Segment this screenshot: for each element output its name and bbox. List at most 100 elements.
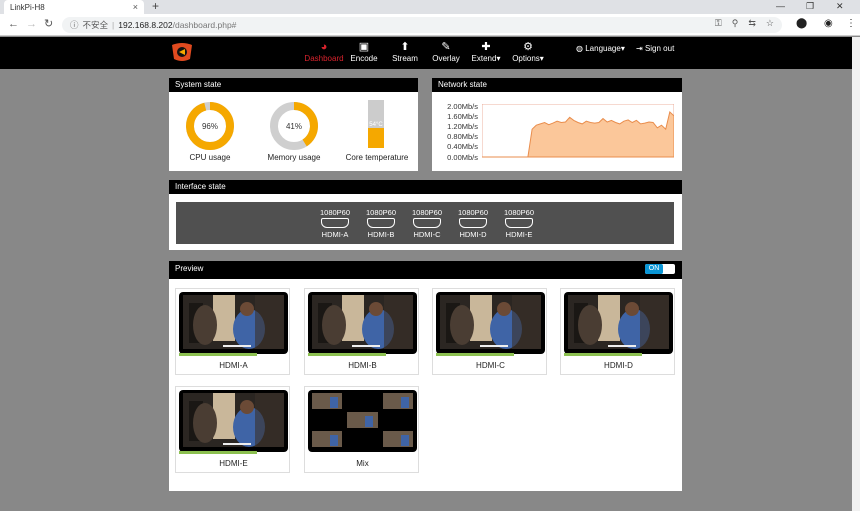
magic-wand-icon: ✎: [441, 41, 451, 53]
port-name: HDMI-C: [413, 230, 441, 239]
core-temp-value: 54°C: [369, 122, 383, 128]
network-area: [482, 111, 674, 158]
video-frame: [179, 292, 288, 354]
nav-overlay[interactable]: ✎ Overlay: [424, 40, 468, 63]
nav-extend-label: Extend▾: [471, 54, 501, 63]
url-separator: |: [112, 20, 115, 30]
video-scene: [183, 295, 284, 349]
url-path: /dashboard.php#: [172, 20, 237, 30]
port-name: HDMI-B: [367, 230, 395, 239]
hdmi-icon: [459, 218, 487, 228]
interface-state-panel: Interface state 1080P60 HDMI-A 1080P60 H…: [169, 180, 682, 250]
nav-options-label: Options▾: [512, 54, 544, 63]
y-tick-label: 0.40Mb/s: [447, 142, 478, 151]
y-tick-label: 1.60Mb/s: [447, 112, 478, 121]
forward-icon[interactable]: →: [26, 18, 37, 30]
y-tick-label: 2.00Mb/s: [447, 102, 478, 111]
nav-dashboard-label: Dashboard: [304, 54, 344, 63]
nav-encode[interactable]: ▣ Encode: [342, 40, 386, 63]
video-frame: [179, 390, 288, 452]
translate-icon[interactable]: ⇆: [748, 18, 756, 29]
hdmi-port-b: 1080P60 HDMI-B: [361, 208, 401, 239]
url-host: 192.168.8.202: [118, 20, 173, 30]
nav-extend[interactable]: ✚ Extend▾: [464, 40, 508, 63]
hdmi-icon: [367, 218, 395, 228]
audio-level-bar: [308, 353, 386, 356]
dashboard-icon: ◕: [320, 41, 328, 53]
toggle-on-label: ON: [645, 264, 663, 274]
preview-label: HDMI-B: [348, 361, 377, 370]
gears-icon: ⚙: [523, 41, 533, 53]
star-icon[interactable]: ☆: [766, 18, 774, 29]
video-scene: [440, 295, 541, 349]
video-scene: [183, 393, 284, 447]
zoom-icon[interactable]: ⚲: [732, 18, 739, 29]
browser-tab-bar: LinkPi-H8 × + — ❐ ✕: [0, 0, 860, 14]
hdmi-icon: [505, 218, 533, 228]
reload-icon[interactable]: ↻: [44, 18, 53, 30]
interface-ports: 1080P60 HDMI-A 1080P60 HDMI-B 1080P60 HD…: [176, 202, 674, 244]
hdmi-port-a: 1080P60 HDMI-A: [315, 208, 355, 239]
hdmi-port-d: 1080P60 HDMI-D: [453, 208, 493, 239]
video-frame: [308, 390, 417, 452]
core-temp-label: Core temperature: [345, 153, 409, 162]
cpu-value: 96%: [202, 122, 218, 131]
preview-toggle[interactable]: ON: [645, 264, 675, 274]
minimize-icon[interactable]: —: [776, 0, 785, 12]
audio-level-bar: [564, 353, 642, 356]
video-scene: [312, 295, 413, 349]
scrollbar[interactable]: [852, 37, 860, 511]
extension-icon[interactable]: ⬤: [796, 18, 807, 30]
nav-overlay-label: Overlay: [432, 54, 460, 63]
preview-label: HDMI-C: [476, 361, 505, 370]
account-icon[interactable]: ◉: [824, 18, 833, 30]
back-icon[interactable]: ←: [8, 18, 19, 30]
video-frame: [564, 292, 673, 354]
nav-options[interactable]: ⚙ Options▾: [506, 40, 550, 63]
hdmi-port-c: 1080P60 HDMI-C: [407, 208, 447, 239]
preview-hdmi-b[interactable]: HDMI-B: [304, 288, 419, 375]
preview-label: HDMI-E: [219, 459, 248, 468]
hdmi-icon: [321, 218, 349, 228]
hdmi-icon: [413, 218, 441, 228]
omnibox-actions: ⚿ ⚲ ⇆ ☆: [715, 18, 774, 29]
key-icon[interactable]: ⚿: [715, 18, 722, 29]
video-scene: [568, 295, 669, 349]
y-tick-label: 0.00Mb/s: [447, 153, 478, 162]
puzzle-icon: ✚: [481, 41, 491, 53]
system-state-title: System state: [169, 78, 418, 92]
video-frame: [308, 292, 417, 354]
hdmi-port-e: 1080P60 HDMI-E: [499, 208, 539, 239]
audio-level-bar: [436, 353, 514, 356]
core-temp-fill: [368, 127, 384, 148]
close-window-icon[interactable]: ✕: [836, 0, 844, 12]
preview-mix[interactable]: Mix: [304, 386, 419, 473]
preview-label: HDMI-A: [219, 361, 248, 370]
preview-hdmi-e[interactable]: HDMI-E: [175, 386, 290, 473]
preview-title: Preview: [169, 261, 682, 279]
preview-hdmi-a[interactable]: HDMI-A: [175, 288, 290, 375]
signout-link[interactable]: ⇥ Sign out: [636, 44, 674, 53]
video-frame: [436, 292, 545, 354]
restore-icon[interactable]: ❐: [806, 0, 814, 12]
image-icon: ▣: [358, 41, 370, 53]
menu-icon[interactable]: ⋮: [846, 18, 856, 30]
nav-dashboard[interactable]: ◕ Dashboard: [302, 40, 346, 63]
port-name: HDMI-A: [321, 230, 349, 239]
close-tab-icon[interactable]: ×: [133, 2, 138, 12]
preview-hdmi-d[interactable]: HDMI-D: [560, 288, 675, 375]
url-field[interactable]: ⓘ 不安全 | 192.168.8.202 /dashboard.php# ⚿ …: [62, 17, 782, 33]
port-resolution: 1080P60: [319, 208, 351, 217]
address-bar: ← → ↻ ⓘ 不安全 | 192.168.8.202 /dashboard.p…: [0, 14, 860, 36]
nav-stream[interactable]: ⬆ Stream: [383, 40, 427, 63]
insecure-label: 不安全: [82, 20, 109, 30]
signout-label: Sign out: [644, 44, 675, 53]
preview-hdmi-c[interactable]: HDMI-C: [432, 288, 547, 375]
linkpi-logo: [172, 43, 192, 61]
core-temp-bar: 54°C: [368, 100, 384, 148]
new-tab-button[interactable]: +: [152, 0, 159, 12]
language-menu[interactable]: ◍ Language▾: [576, 44, 625, 53]
upload-icon: ⬆: [400, 41, 410, 53]
browser-tab[interactable]: LinkPi-H8 ×: [4, 0, 144, 14]
info-icon[interactable]: ⓘ: [70, 19, 79, 31]
